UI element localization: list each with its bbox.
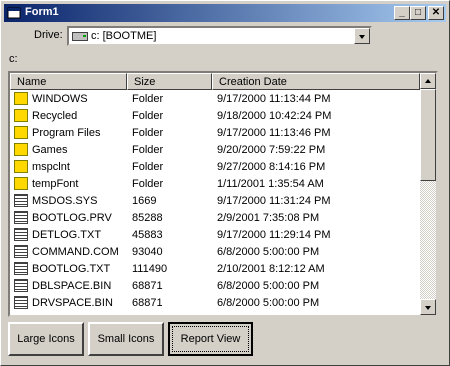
folder-icon	[14, 109, 28, 122]
list-item[interactable]: Recycled Folder 9/18/2000 10:42:24 PM	[10, 108, 422, 125]
item-name: Games	[32, 144, 68, 156]
file-icon	[14, 228, 28, 241]
item-size: Folder	[132, 127, 164, 139]
item-size: Folder	[132, 110, 164, 122]
hard-drive-icon	[72, 32, 88, 41]
item-name: Recycled	[32, 110, 78, 122]
scroll-down-button[interactable]	[420, 299, 436, 315]
item-size: Folder	[132, 161, 164, 173]
maximize-button[interactable]: □	[410, 6, 426, 20]
item-creation-date: 1/11/2001 1:35:54 AM	[217, 178, 324, 190]
item-name: BOOTLOG.TXT	[32, 263, 111, 275]
list-item[interactable]: MSDOS.SYS 1669 9/17/2000 11:31:24 PM	[10, 193, 422, 210]
item-name: DETLOG.TXT	[32, 229, 102, 241]
list-item[interactable]: DETLOG.TXT 45883 9/17/2000 11:29:14 PM	[10, 227, 422, 244]
folder-icon	[14, 177, 28, 190]
title-bar[interactable]: Form1 _ □ ✕	[4, 4, 446, 22]
list-item[interactable]: tempFont Folder 1/11/2001 1:35:54 AM	[10, 176, 422, 193]
item-size: 111490	[132, 263, 168, 275]
drive-label: Drive:	[34, 29, 63, 41]
file-icon	[14, 194, 28, 207]
item-creation-date: 6/8/2000 5:00:00 PM	[217, 246, 320, 258]
list-item[interactable]: COMMAND.COM 93040 6/8/2000 5:00:00 PM	[10, 244, 422, 261]
list-item[interactable]: BOOTLOG.TXT 111490 2/10/2001 8:12:12 AM	[10, 261, 422, 278]
item-name: MSDOS.SYS	[32, 195, 98, 207]
folder-icon	[14, 126, 28, 139]
window-title: Form1	[25, 6, 59, 18]
drive-select[interactable]: c: [BOOTME]	[67, 26, 372, 46]
close-button[interactable]: ✕	[428, 6, 444, 20]
list-item[interactable]: WINDOWS Folder 9/17/2000 11:13:44 PM	[10, 91, 422, 108]
chevron-down-icon	[359, 35, 365, 39]
item-name: DBLSPACE.BIN	[32, 280, 112, 292]
item-creation-date: 9/17/2000 11:13:44 PM	[217, 93, 331, 105]
report-view-button[interactable]: Report View	[168, 322, 253, 356]
drive-dropdown-button[interactable]	[354, 28, 370, 44]
item-creation-date: 9/20/2000 7:59:22 PM	[217, 144, 326, 156]
drive-value: c: [BOOTME]	[91, 30, 157, 42]
small-icons-label: Small Icons	[97, 333, 155, 345]
item-size: 68871	[132, 297, 163, 309]
scroll-thumb[interactable]	[420, 89, 436, 181]
item-name: mspclnt	[32, 161, 70, 173]
column-header-size[interactable]: Size	[127, 73, 212, 90]
item-size: 1669	[132, 195, 157, 207]
item-name: DRVSPACE.BIN	[32, 297, 113, 309]
file-icon	[14, 296, 28, 309]
item-creation-date: 9/17/2000 11:31:24 PM	[217, 195, 331, 207]
item-name: tempFont	[32, 178, 79, 190]
large-icons-button[interactable]: Large Icons	[8, 322, 84, 356]
item-size: 68871	[132, 280, 163, 292]
list-item[interactable]: Program Files Folder 9/17/2000 11:13:46 PM	[10, 125, 422, 142]
item-creation-date: 6/8/2000 5:00:00 PM	[217, 297, 320, 309]
arrow-down-icon	[425, 306, 431, 310]
file-icon	[14, 211, 28, 224]
file-icon	[14, 262, 28, 275]
item-size: 85288	[132, 212, 163, 224]
item-size: 93040	[132, 246, 163, 258]
item-name: Program Files	[32, 127, 101, 139]
item-size: 45883	[132, 229, 163, 241]
item-name: BOOTLOG.PRV	[32, 212, 112, 224]
file-list-view[interactable]: Name Size Creation Date WINDOWS Folder 9/1…	[8, 71, 438, 317]
list-item[interactable]: DRVSPACE.BIN 68871 6/8/2000 5:00:00 PM	[10, 295, 422, 312]
column-header-creation-date[interactable]: Creation Date	[212, 73, 420, 90]
item-name: WINDOWS	[32, 93, 88, 105]
arrow-up-icon	[425, 79, 431, 83]
folder-icon	[14, 92, 28, 105]
list-item[interactable]: mspclnt Folder 9/27/2000 8:14:16 PM	[10, 159, 422, 176]
file-icon	[14, 245, 28, 258]
item-creation-date: 2/9/2001 7:35:08 PM	[217, 212, 320, 224]
file-icon	[14, 279, 28, 292]
form1-window: Form1 _ □ ✕ Drive: c: [BOOTME] c: Name S…	[0, 0, 450, 366]
current-path-label: c:	[9, 53, 18, 65]
scroll-up-button[interactable]	[420, 73, 436, 89]
minimize-button[interactable]: _	[394, 6, 410, 20]
vertical-scrollbar[interactable]	[420, 73, 436, 315]
folder-icon	[14, 160, 28, 173]
report-view-label: Report View	[180, 333, 241, 345]
large-icons-label: Large Icons	[17, 333, 75, 345]
item-creation-date: 9/27/2000 8:14:16 PM	[217, 161, 326, 173]
item-creation-date: 9/18/2000 10:42:24 PM	[217, 110, 332, 122]
list-item[interactable]: Games Folder 9/20/2000 7:59:22 PM	[10, 142, 422, 159]
column-header-name[interactable]: Name	[10, 73, 127, 90]
list-rows: WINDOWS Folder 9/17/2000 11:13:44 PM Recycl…	[10, 91, 422, 312]
item-size: Folder	[132, 178, 164, 190]
item-size: Folder	[132, 144, 164, 156]
item-size: Folder	[132, 93, 164, 105]
small-icons-button[interactable]: Small Icons	[88, 322, 164, 356]
app-icon	[7, 7, 21, 19]
folder-icon	[14, 143, 28, 156]
item-name: COMMAND.COM	[32, 246, 119, 258]
list-header: Name Size Creation Date	[10, 73, 420, 90]
list-item[interactable]: BOOTLOG.PRV 85288 2/9/2001 7:35:08 PM	[10, 210, 422, 227]
list-item[interactable]: DBLSPACE.BIN 68871 6/8/2000 5:00:00 PM	[10, 278, 422, 295]
item-creation-date: 6/8/2000 5:00:00 PM	[217, 280, 320, 292]
item-creation-date: 9/17/2000 11:29:14 PM	[217, 229, 331, 241]
item-creation-date: 2/10/2001 8:12:12 AM	[217, 263, 325, 275]
item-creation-date: 9/17/2000 11:13:46 PM	[217, 127, 331, 139]
